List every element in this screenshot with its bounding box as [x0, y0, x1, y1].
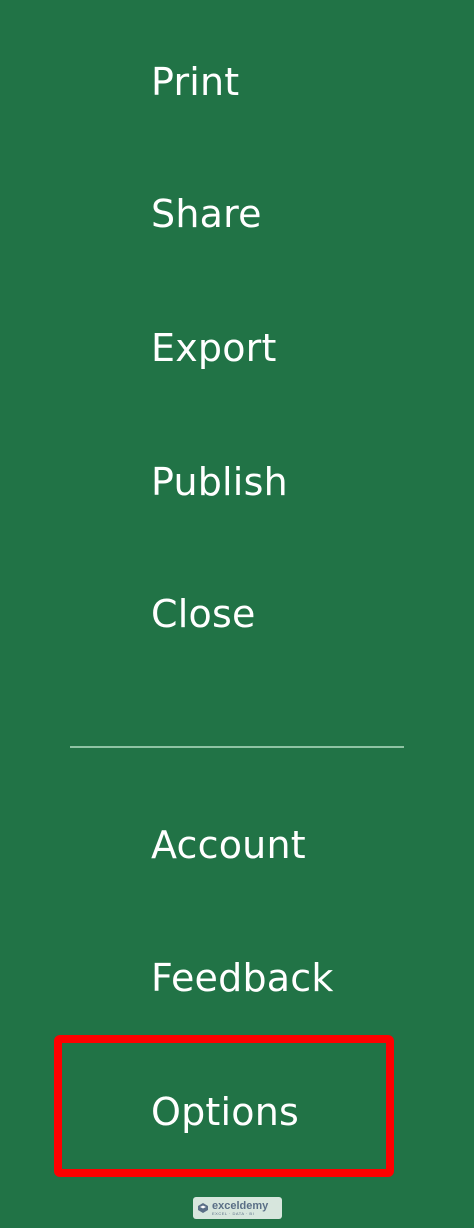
nav-item-label: Feedback	[151, 956, 334, 1000]
backstage-navigation-pane: Print Share Export Publish Close Account…	[0, 0, 474, 1228]
nav-item-label: Close	[151, 592, 256, 636]
nav-item-options[interactable]: Options	[0, 1050, 474, 1170]
nav-item-label: Print	[151, 60, 240, 104]
nav-item-label: Export	[151, 326, 277, 370]
exceldemy-logo-icon	[198, 1203, 208, 1213]
watermark-tagline: EXCEL · DATA · BI	[212, 1210, 255, 1216]
nav-item-feedback[interactable]: Feedback	[0, 918, 474, 1038]
nav-item-label: Publish	[151, 460, 288, 504]
nav-item-print[interactable]: Print	[0, 18, 474, 138]
menu-separator	[70, 746, 404, 748]
nav-item-export[interactable]: Export	[0, 286, 474, 406]
nav-item-label: Share	[151, 192, 262, 236]
watermark-name: exceldemy	[212, 1199, 269, 1212]
nav-item-close[interactable]: Close	[0, 554, 474, 674]
watermark: exceldemy EXCEL · DATA · BI	[193, 1197, 282, 1219]
nav-item-share[interactable]: Share	[0, 152, 474, 272]
nav-item-publish[interactable]: Publish	[0, 420, 474, 540]
nav-item-label: Options	[151, 1090, 300, 1134]
nav-item-label: Account	[151, 823, 306, 867]
nav-item-account[interactable]: Account	[0, 785, 474, 905]
